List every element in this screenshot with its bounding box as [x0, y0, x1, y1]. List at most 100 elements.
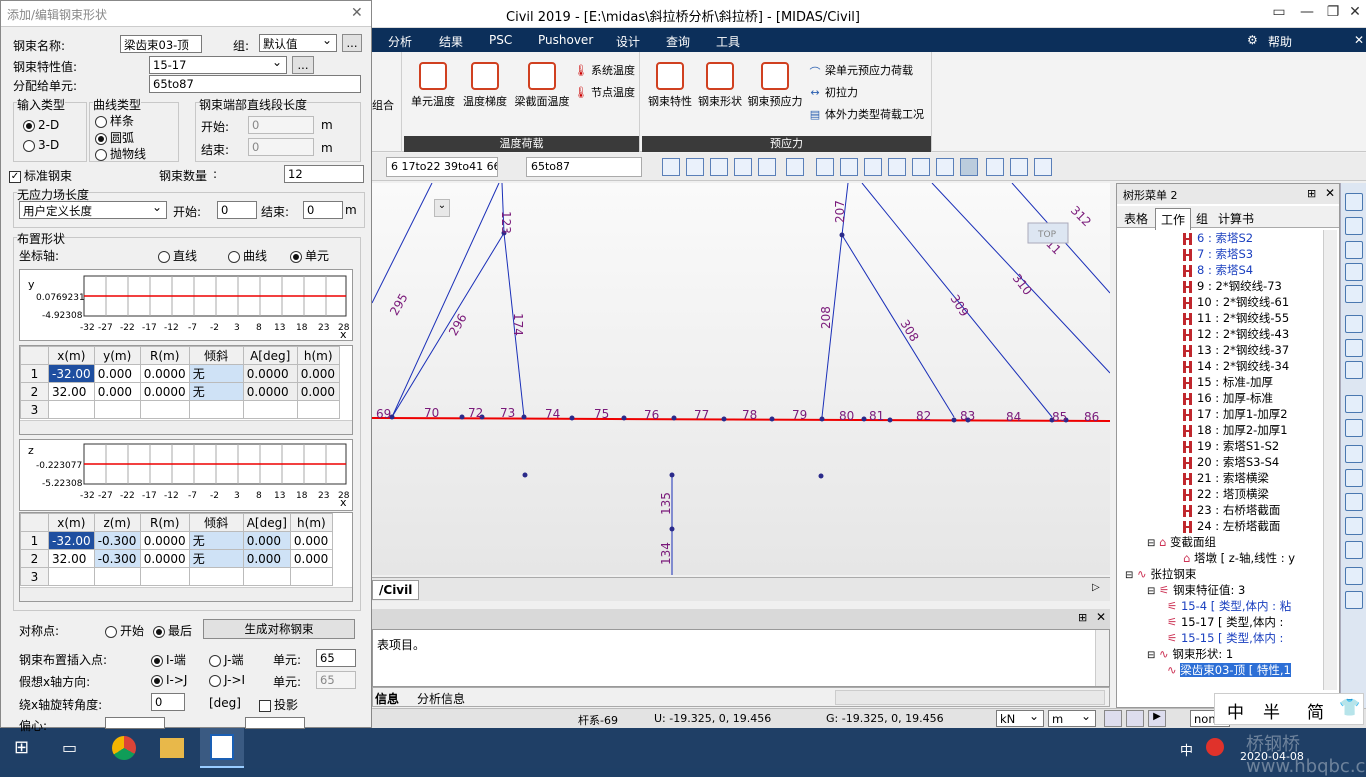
lock-icon[interactable]: [1034, 158, 1052, 176]
tree-item[interactable]: 14 : 2*钢绞线-34: [1121, 358, 1321, 374]
tree-item[interactable]: 9 : 2*钢绞线-73: [1121, 278, 1321, 294]
tree-item-selected[interactable]: ∿ 梁齿束03-顶 [ 特性,1: [1121, 662, 1321, 678]
table-row[interactable]: 2 32.00 -0.300 0.0000 无 0.000 0.000: [20, 549, 333, 568]
tendon-count-input[interactable]: 12: [284, 165, 364, 183]
tree-item[interactable]: 12 : 2*钢绞线-43: [1121, 326, 1321, 342]
radio-2d[interactable]: 2-D: [23, 118, 59, 132]
col-header[interactable]: A[deg]: [242, 513, 291, 532]
move-icon[interactable]: [1345, 361, 1363, 379]
shirt-icon[interactable]: 👕: [1339, 698, 1360, 718]
sys-temp-button[interactable]: 🌡 系统温度: [574, 62, 635, 78]
view-icon[interactable]: [936, 158, 954, 176]
radio-sym-start[interactable]: 开始: [105, 622, 144, 639]
help-menu[interactable]: 帮助: [1268, 33, 1292, 50]
y-grid[interactable]: x(m) y(m) R(m) 倾斜 A[deg] h(m) 1 -32.00 0.000 0.0…: [20, 346, 340, 419]
restore-button[interactable]: ❐: [1322, 4, 1344, 24]
tendon-prop-button[interactable]: 钢束特性: [646, 62, 694, 109]
col-header[interactable]: R(m): [139, 346, 190, 365]
tree-item[interactable]: ⊟ ⌂ 变截面组: [1121, 534, 1321, 550]
tree-item[interactable]: 17 : 加厚1-加厚2: [1121, 406, 1321, 422]
insert-elem-input[interactable]: 65: [316, 649, 356, 667]
force-unit-select[interactable]: kN: [996, 709, 1044, 727]
y-table-hscroll[interactable]: [20, 420, 352, 434]
free-start-input[interactable]: 0: [217, 201, 257, 219]
civil-app-icon[interactable]: [200, 728, 244, 768]
tree-item[interactable]: ⚟ 15-4 [ 类型,体内 : 粘: [1121, 598, 1321, 614]
col-header[interactable]: R(m): [139, 513, 190, 532]
tree-item[interactable]: 24 : 左桥塔截面: [1121, 518, 1321, 534]
menu-pushover[interactable]: Pushover: [538, 33, 593, 47]
ime-mode[interactable]: 中: [1227, 698, 1244, 723]
view-icon[interactable]: [1345, 591, 1363, 609]
view-icon[interactable]: [1345, 469, 1363, 487]
menu-analysis[interactable]: 分析: [388, 33, 412, 50]
col-header[interactable]: y(m): [93, 346, 141, 365]
menu-query[interactable]: 查询: [666, 33, 690, 50]
rotate-icon[interactable]: [1345, 395, 1363, 413]
view-icon[interactable]: [912, 158, 930, 176]
table-row[interactable]: 2 32.00 0.000 0.0000 无 0.0000 0.000: [20, 382, 340, 401]
length-unit-select[interactable]: m: [1048, 709, 1096, 727]
tab-analysis-info[interactable]: 分析信息: [417, 690, 465, 707]
view-icon[interactable]: [1345, 493, 1363, 511]
prop-more-button[interactable]: ...: [292, 56, 314, 74]
lock-icon[interactable]: [1010, 158, 1028, 176]
ime-charset[interactable]: 简: [1307, 698, 1324, 723]
view-icon[interactable]: [1345, 517, 1363, 535]
menu-close-icon[interactable]: ✕: [1354, 33, 1364, 47]
z-profile-plot[interactable]: z -0.223077 -5.22308 -32 -27 -22 -17 -12 -7 -2…: [19, 439, 353, 511]
tab-table[interactable]: 表格: [1119, 208, 1153, 229]
pin-icon[interactable]: ⊞: [1078, 611, 1087, 624]
ime-width[interactable]: 半: [1263, 698, 1280, 723]
view-icon[interactable]: [1345, 419, 1363, 437]
menu-results[interactable]: 结果: [439, 33, 463, 50]
menu-design[interactable]: 设计: [616, 33, 640, 50]
tree-list[interactable]: 6 : 索塔S2 7 : 索塔S3 8 : 索塔S4 9 : 2*钢绞线-73 …: [1121, 230, 1321, 690]
view-icon[interactable]: [1345, 445, 1363, 463]
rotation-input[interactable]: 0: [151, 693, 185, 711]
combine-button[interactable]: 组合: [372, 97, 394, 113]
std-tendon-checkbox[interactable]: ✓ 标准钢束: [9, 167, 72, 184]
radio-arc[interactable]: 圆弧: [95, 129, 134, 146]
col-header[interactable]: 倾斜: [188, 346, 244, 365]
y-profile-plot[interactable]: y 0.0769231 -4.92308 -32 -27 -22 -17 -12 -7 -2…: [19, 269, 353, 341]
elem-temp-button[interactable]: 单元温度: [408, 62, 458, 109]
tree-item[interactable]: 20 : 索塔S3-S4: [1121, 454, 1321, 470]
radio-i-end[interactable]: I-端: [151, 651, 186, 668]
group-more-button[interactable]: ...: [342, 34, 362, 52]
menu-psc[interactable]: PSC: [489, 33, 512, 47]
view-icon[interactable]: [1345, 567, 1363, 585]
fit-icon[interactable]: [1345, 285, 1363, 303]
view-icon[interactable]: [758, 158, 776, 176]
menu-tools[interactable]: 工具: [716, 33, 740, 50]
prop-select[interactable]: 15-17: [149, 55, 287, 74]
tree-item[interactable]: ⚟ 15-15 [ 类型,体内 :: [1121, 630, 1321, 646]
zoom-icon[interactable]: [1345, 217, 1363, 235]
close-icon[interactable]: ✕: [351, 5, 363, 21]
close-icon[interactable]: ✕: [1325, 186, 1335, 200]
zoom-out-icon[interactable]: [1345, 263, 1363, 281]
col-header[interactable]: h(m): [289, 513, 333, 532]
beam-sec-temp-button[interactable]: 梁截面温度: [512, 62, 572, 109]
pin-icon[interactable]: ⊞: [1307, 187, 1316, 200]
table-row[interactable]: 1 -32.00 0.000 0.0000 无 0.0000 0.000: [20, 364, 340, 383]
tree-item[interactable]: 8 : 索塔S4: [1121, 262, 1321, 278]
model-drawing[interactable]: 123 207 295 296 174 208 309 310 311 312 …: [371, 182, 1111, 575]
table-row[interactable]: 1 -32.00 -0.300 0.0000 无 0.000 0.000: [20, 531, 333, 550]
model-view[interactable]: 123 207 295 296 174 208 309 310 311 312 …: [371, 182, 1111, 575]
msg-scrollbar[interactable]: [1095, 630, 1109, 686]
close-button[interactable]: ✕: [1344, 4, 1366, 24]
windows-start-icon[interactable]: ⊞: [14, 738, 34, 758]
tree-item[interactable]: 10 : 2*钢绞线-61: [1121, 294, 1321, 310]
gear-icon[interactable]: ⚙: [1247, 33, 1258, 47]
assign-elements-input[interactable]: 65to87: [149, 75, 361, 93]
minimize-button[interactable]: —: [1296, 4, 1318, 24]
elem-select-field[interactable]: 65to87: [526, 157, 642, 177]
table-row[interactable]: 3: [20, 567, 333, 586]
radio-sym-end[interactable]: 最后: [153, 622, 192, 639]
tab-info[interactable]: 信息: [375, 690, 399, 707]
tree-item[interactable]: 11 : 2*钢绞线-55: [1121, 310, 1321, 326]
zoom-in-icon[interactable]: [1345, 241, 1363, 259]
beam-prestress-button[interactable]: ⌒ 梁单元预应力荷载: [808, 62, 914, 79]
snap-icon[interactable]: [1104, 710, 1122, 727]
